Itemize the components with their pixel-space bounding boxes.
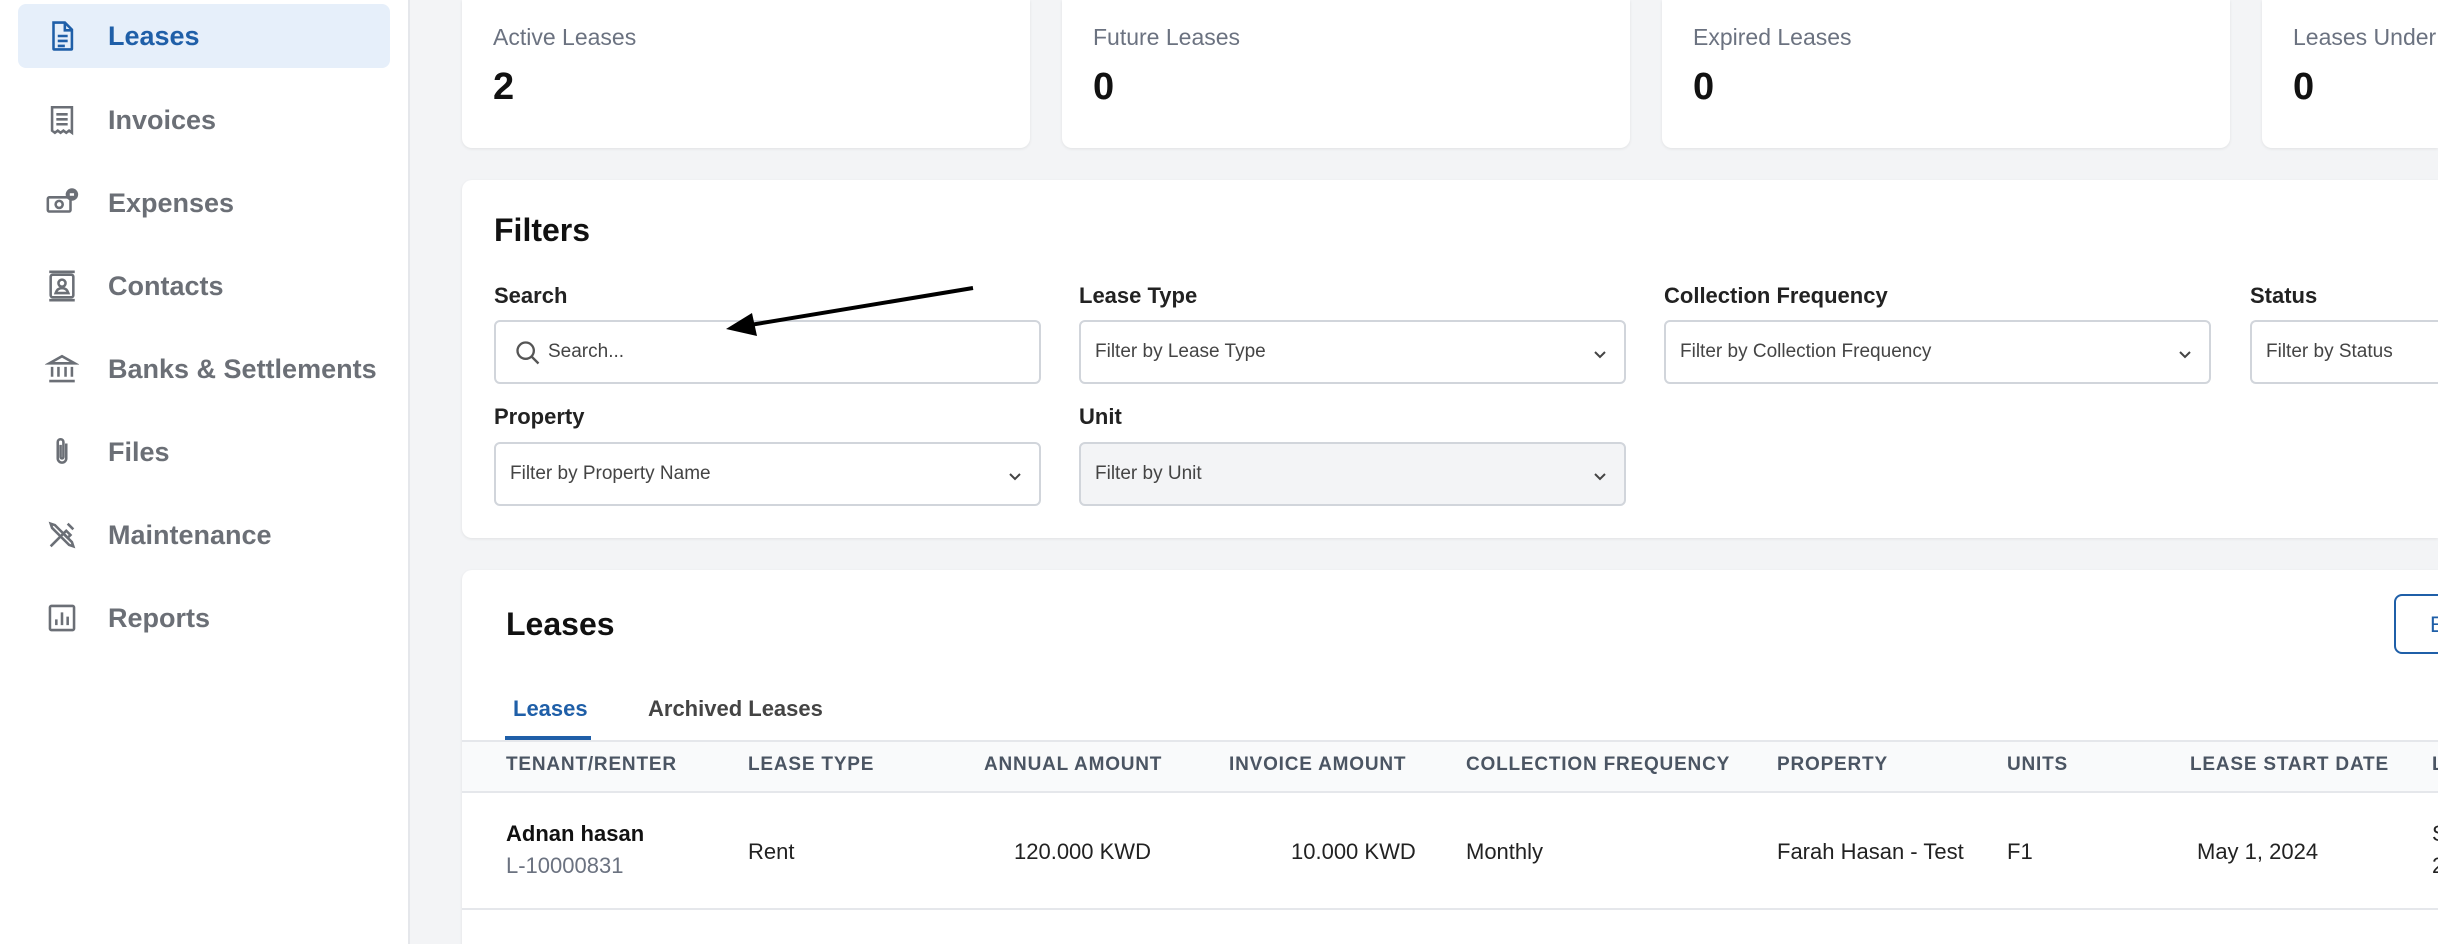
cell-collection-frequency: Monthly — [1466, 839, 1544, 864]
sidebar-item-files[interactable]: Files — [18, 420, 390, 484]
paperclip-icon — [44, 434, 80, 470]
status-label: Status — [2250, 283, 2318, 308]
status-placeholder: Filter by Status — [2266, 341, 2393, 362]
search-label: Search — [494, 283, 568, 308]
stat-value: 0 — [2293, 66, 2315, 108]
column-header-lease-start-date[interactable]: LEASE START DATE — [2190, 754, 2389, 776]
chevron-down-icon — [1594, 473, 1606, 481]
column-header-collection-frequency[interactable]: COLLECTION FREQUENCY — [1466, 754, 1730, 776]
column-header-invoice-amount[interactable]: INVOICE AMOUNT — [1229, 754, 1406, 776]
cell-end-date-partial: S — [2432, 821, 2438, 847]
column-header-property[interactable]: PROPERTY — [1777, 754, 1888, 776]
filters-title: Filters — [494, 212, 591, 248]
cell-annual-amount: 120.000 KWD — [1014, 839, 1151, 864]
annotation-arrow — [726, 286, 974, 336]
stat-value: 2 — [493, 66, 515, 108]
unit-select[interactable]: Filter by Unit — [1079, 442, 1626, 506]
active-tab-indicator — [505, 736, 591, 740]
collection-frequency-select[interactable]: Filter by Collection Frequency — [1664, 320, 2211, 384]
stat-label: Leases Under R — [2293, 24, 2438, 50]
sidebar-item-reports[interactable]: Reports — [18, 586, 390, 650]
lease-type-label: Lease Type — [1079, 283, 1198, 308]
chevron-down-icon — [1594, 351, 1606, 359]
tools-icon — [44, 517, 80, 553]
tab-archived-leases[interactable]: Archived Leases — [648, 696, 823, 722]
stat-card-expired: Expired Leases 0 — [1662, 0, 2230, 148]
row-divider — [462, 908, 2438, 910]
column-header-annual-amount[interactable]: ANNUAL AMOUNT — [984, 754, 1162, 776]
sidebar-item-label: Invoices — [108, 104, 217, 135]
contact-card-icon — [44, 268, 80, 304]
cash-icon — [44, 185, 80, 221]
chevron-down-icon — [2179, 351, 2191, 359]
cell-end-date-partial-2: 2 — [2432, 853, 2438, 879]
sidebar-item-expenses[interactable]: Expenses — [18, 171, 390, 235]
stat-value: 0 — [1093, 66, 1115, 108]
collection-frequency-placeholder: Filter by Collection Frequency — [1680, 341, 1932, 362]
cell-invoice-amount: 10.000 KWD — [1291, 839, 1416, 864]
stat-card-under-renewal: Leases Under R 0 — [2262, 0, 2438, 148]
sidebar-item-label: Banks & Settlements — [108, 353, 377, 384]
status-select[interactable]: Filter by Status — [2250, 320, 2438, 384]
lease-type-placeholder: Filter by Lease Type — [1095, 341, 1266, 362]
stat-label: Expired Leases — [1693, 24, 1852, 50]
cell-lease-type: Rent — [748, 839, 795, 864]
sidebar-item-invoices[interactable]: Invoices — [18, 88, 390, 152]
unit-label: Unit — [1079, 404, 1122, 429]
sidebar-item-label: Expenses — [108, 187, 235, 218]
cell-start-date: May 1, 2024 — [2197, 839, 2319, 864]
export-button-label: E — [2430, 612, 2438, 637]
stat-card-future: Future Leases 0 — [1062, 0, 1630, 148]
property-label: Property — [494, 404, 585, 429]
stat-label: Future Leases — [1093, 24, 1241, 50]
column-header-units[interactable]: UNITS — [2007, 754, 2068, 776]
unit-placeholder: Filter by Unit — [1095, 463, 1202, 484]
leases-title: Leases — [506, 606, 615, 642]
sidebar-item-label: Contacts — [108, 270, 224, 301]
collection-frequency-label: Collection Frequency — [1664, 283, 1888, 308]
sidebar-item-contacts[interactable]: Contacts — [18, 254, 390, 318]
stat-value: 0 — [1693, 66, 1715, 108]
sidebar-item-label: Files — [108, 436, 170, 467]
tab-leases[interactable]: Leases — [513, 696, 588, 722]
cell-units: F1 — [2007, 839, 2033, 864]
bank-icon — [44, 351, 80, 387]
sidebar: Leases Invoices Expenses Contacts Banks … — [0, 0, 410, 944]
property-placeholder: Filter by Property Name — [510, 463, 711, 484]
column-header-lease-end-date[interactable]: L — [2432, 754, 2438, 776]
chevron-down-icon — [1009, 473, 1021, 481]
lease-type-select[interactable]: Filter by Lease Type — [1079, 320, 1626, 384]
tenant-name[interactable]: Adnan hasan — [506, 821, 644, 847]
export-button[interactable]: E — [2394, 594, 2438, 654]
sidebar-item-leases[interactable]: Leases — [18, 4, 390, 68]
column-header-tenant[interactable]: TENANT/RENTER — [506, 754, 677, 776]
cell-property: Farah Hasan - Test — [1777, 839, 1964, 864]
sidebar-item-label: Reports — [108, 602, 211, 633]
bar-chart-icon — [44, 600, 80, 636]
column-header-lease-type[interactable]: LEASE TYPE — [748, 754, 874, 776]
lease-id: L-10000831 — [506, 853, 624, 878]
receipt-icon — [44, 102, 80, 138]
stat-card-active: Active Leases 2 — [462, 0, 1030, 148]
property-select[interactable]: Filter by Property Name — [494, 442, 1041, 506]
sidebar-item-maintenance[interactable]: Maintenance — [18, 503, 390, 567]
search-placeholder: Search... — [548, 341, 625, 362]
search-icon — [516, 341, 540, 365]
sidebar-item-label: Maintenance — [108, 519, 272, 550]
sidebar-item-label: Leases — [108, 20, 200, 51]
sidebar-item-banks[interactable]: Banks & Settlements — [18, 337, 390, 401]
stat-label: Active Leases — [493, 24, 637, 50]
document-icon — [44, 18, 80, 54]
